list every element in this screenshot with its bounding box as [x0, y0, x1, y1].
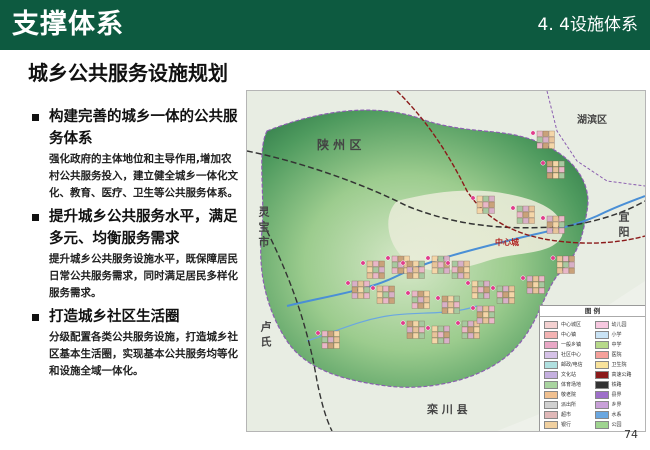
legend-label: 卫生院 [611, 362, 627, 368]
legend-swatch [594, 420, 609, 429]
legend-label: 加油站 [561, 431, 576, 432]
legend-label: 铁路 [611, 382, 622, 388]
header-bar: 支撑体系 4. 4设施体系 [0, 0, 650, 50]
legend-label: 县界 [611, 392, 622, 398]
legend-item: 中学 [594, 340, 642, 349]
label-yiyang: 宜 阳 [617, 211, 630, 237]
legend-swatch [544, 380, 558, 389]
label-shaanxi: 陕 州 区 [317, 138, 362, 152]
legend-item: 医院 [594, 350, 642, 359]
legend-swatch [594, 330, 609, 339]
legend-swatch [594, 320, 609, 329]
legend-item: 文化站 [544, 370, 591, 379]
legend-item: 县界 [594, 390, 642, 399]
legend-label: 银行 [561, 422, 572, 428]
legend-item: 水系 [594, 410, 642, 419]
legend-item: 加油站 [544, 430, 591, 432]
bullet-title: 构建完善的城乡一体的公共服务体系 [49, 109, 238, 147]
legend-item: 乡界 [594, 400, 642, 409]
legend-swatch [544, 330, 558, 339]
section-label: 4. 4设施体系 [537, 15, 638, 35]
legend-item: 中心镇 [544, 330, 591, 339]
label-hubin: 湖滨区 [577, 115, 607, 126]
legend-swatch [544, 410, 558, 419]
map-legend: 图 例 中心城区 幼儿园中心镇 小学一般乡镇 中学社区中心 医院邮政/电信 卫生院文化站 高… [539, 305, 645, 432]
legend-swatch [544, 400, 558, 409]
legend-swatch [544, 360, 558, 369]
legend-swatch [594, 380, 609, 389]
legend-swatch [594, 350, 609, 359]
legend-label: 一般乡镇 [561, 342, 582, 348]
bullet-item: 提升城乡公共服务水平，满足多元、均衡服务需求 提升城乡公共服务设施水平，既保障居… [28, 206, 238, 302]
legend-label: 中学 [611, 342, 622, 348]
legend-title: 图 例 [540, 306, 645, 317]
page-number: 74 [624, 428, 638, 441]
legend-item: 卫生院 [594, 360, 642, 369]
legend-label: 超市 [561, 412, 572, 418]
legend-label: 幼儿园 [611, 322, 627, 328]
legend-label: 小学 [611, 332, 622, 338]
legend-swatch [544, 350, 558, 359]
legend-label: 村庄 [612, 431, 622, 432]
legend-item: 铁路 [594, 380, 642, 389]
header-title: 支撑体系 [12, 9, 124, 40]
legend-item: 银行 [544, 420, 591, 429]
label-luanchuan: 栾 川 县 [427, 403, 468, 416]
bullet-description: 提升城乡公共服务设施水平，既保障居民日常公共服务需求，同时满足居民多样化服务需求… [49, 253, 238, 299]
legend-label: 中心镇 [561, 332, 577, 338]
legend-label: 乡界 [611, 402, 622, 408]
legend-swatch [594, 430, 609, 431]
planning-map: 陕 州 区 湖滨区 灵 宝 市 卢 氏 宜 阳 栾 川 县 中心城 图 例 中心… [246, 90, 646, 432]
legend-swatch [544, 370, 558, 379]
legend-item: 幼儿园 [594, 320, 642, 329]
legend-item: 体育场地 [544, 380, 591, 389]
legend-swatch [594, 340, 609, 349]
legend-swatch [544, 320, 558, 329]
legend-label: 文化站 [561, 372, 577, 378]
legend-swatch [544, 390, 558, 399]
legend-label: 医院 [611, 352, 622, 358]
legend-item: 邮政/电信 [544, 360, 591, 369]
bullet-title: 打造城乡社区生活圈 [49, 309, 180, 325]
legend-label: 社区中心 [561, 352, 582, 358]
label-center: 中心城 [495, 238, 519, 247]
legend-label: 邮政/电信 [561, 362, 583, 368]
bullet-description: 强化政府的主体地位和主导作用,增加农村公共服务投入，建立健全城乡一体化文化、教育… [49, 153, 238, 199]
legend-item: 高速公路 [594, 370, 642, 379]
legend-swatch [594, 370, 609, 379]
page-heading: 城乡公共服务设施规划 [28, 61, 228, 85]
legend-swatch [594, 390, 609, 399]
legend-label: 中心城区 [561, 322, 582, 328]
bullet-title: 提升城乡公共服务水平，满足多元、均衡服务需求 [49, 209, 238, 247]
legend-swatch [594, 410, 609, 419]
legend-item: 社区中心 [544, 350, 591, 359]
legend-item: 敬老院 [544, 390, 591, 399]
bullet-square-icon [32, 314, 39, 321]
bullet-description: 分级配置各类公共服务设施，打造城乡社区基本生活圈，实现基本公共服务均等化和设施全… [49, 331, 238, 377]
legend-item: 一般乡镇 [544, 340, 591, 349]
legend-label: 派出所 [561, 402, 577, 408]
bullet-item: 构建完善的城乡一体的公共服务体系 强化政府的主体地位和主导作用,增加农村公共服务… [28, 106, 238, 202]
legend-label: 水系 [611, 412, 622, 418]
legend-grid: 中心城区 幼儿园中心镇 小学一般乡镇 中学社区中心 医院邮政/电信 卫生院文化站 高速公路体… [540, 317, 645, 432]
legend-label: 敬老院 [561, 392, 577, 398]
bullet-square-icon [32, 214, 39, 221]
bullet-item: 打造城乡社区生活圈 分级配置各类公共服务设施，打造城乡社区基本生活圈，实现基本公… [28, 306, 238, 380]
legend-swatch [594, 360, 609, 369]
label-lingbao: 灵 宝 市 [257, 206, 270, 247]
legend-label: 体育场地 [561, 382, 582, 388]
legend-swatch [544, 340, 558, 349]
bullet-square-icon [32, 114, 39, 121]
legend-item: 中心城区 [544, 320, 591, 329]
legend-swatch [594, 400, 609, 409]
legend-item: 派出所 [544, 400, 591, 409]
legend-swatch [544, 430, 558, 431]
legend-item: 小学 [594, 330, 642, 339]
legend-item: 超市 [544, 410, 591, 419]
bullet-list: 构建完善的城乡一体的公共服务体系 强化政府的主体地位和主导作用,增加农村公共服务… [28, 106, 238, 384]
legend-label: 公园 [611, 422, 622, 428]
label-lushi: 卢 氏 [259, 321, 272, 347]
legend-swatch [544, 420, 558, 429]
legend-label: 高速公路 [611, 372, 632, 378]
